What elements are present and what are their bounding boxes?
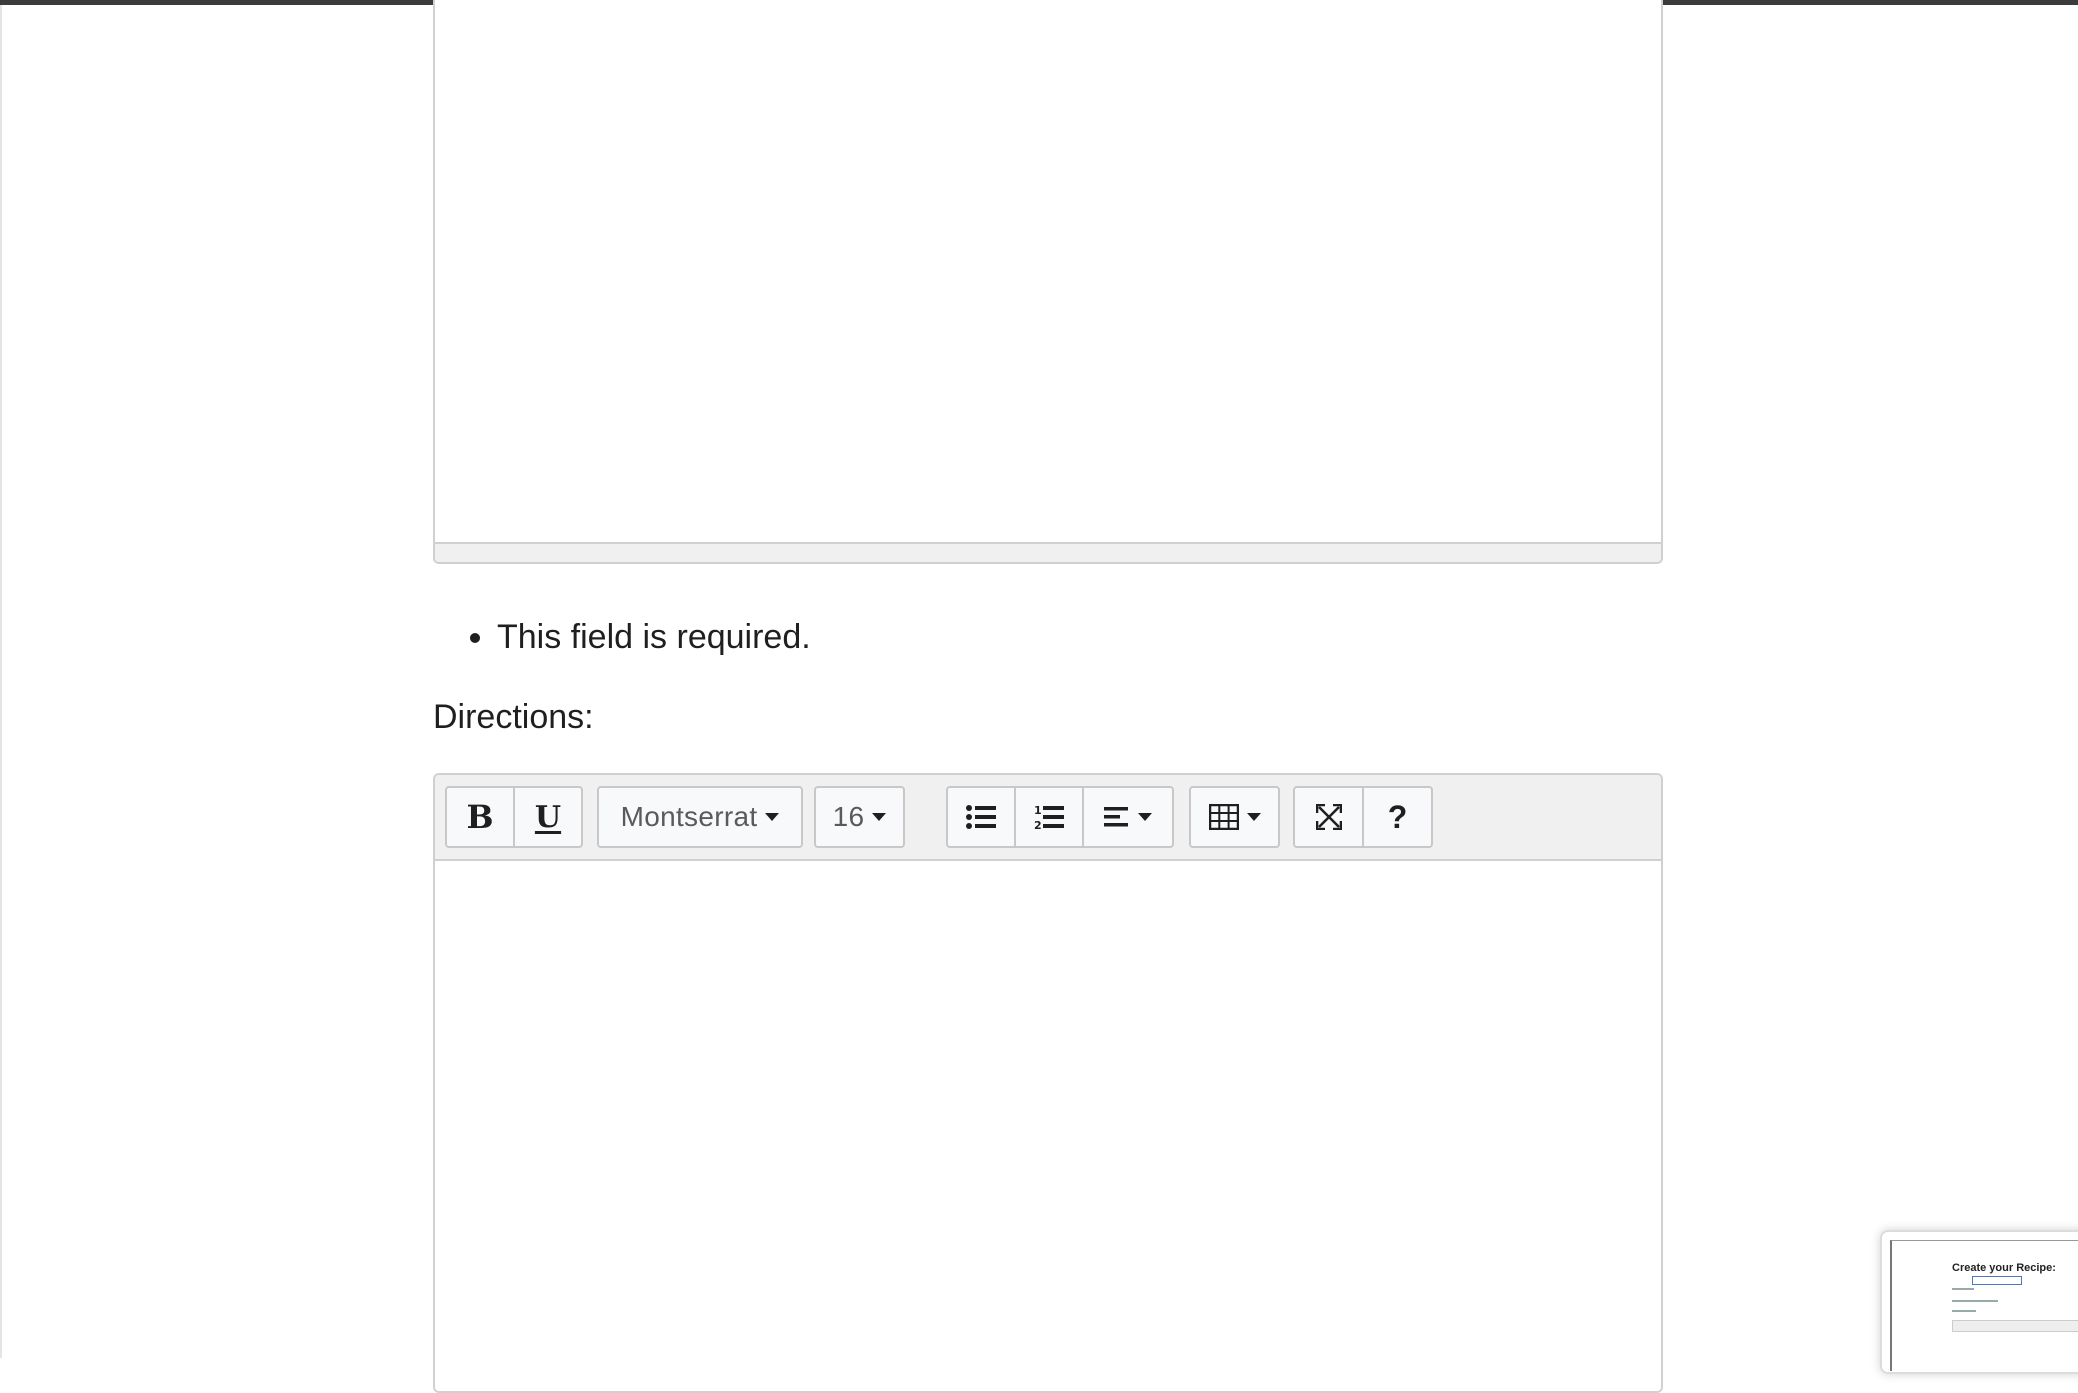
help-button[interactable]: ? (1362, 786, 1433, 848)
table-dropdown[interactable] (1189, 786, 1280, 848)
thumbnail-title-input (1972, 1276, 2022, 1285)
table-group (1189, 786, 1280, 848)
window-left-edge (0, 5, 2, 1358)
unordered-list-button[interactable] (946, 786, 1016, 848)
font-size-value: 16 (832, 801, 865, 832)
window-preview-thumbnail[interactable]: Create your Recipe: (1880, 1230, 2078, 1374)
font-family-group: Montserrat (597, 786, 803, 848)
unordered-list-icon (966, 805, 996, 829)
ingredients-editor-resize-bar[interactable] (435, 542, 1661, 562)
thumbnail-title: Create your Recipe: (1952, 1262, 2056, 1274)
underline-button[interactable]: U (513, 786, 583, 848)
ordered-list-icon: 1 2 (1034, 804, 1064, 831)
chevron-down-icon (1246, 813, 1261, 821)
thumbnail-frame (1890, 1240, 2078, 1371)
font-style-group: B U (445, 786, 583, 848)
svg-text:2: 2 (1034, 819, 1042, 831)
chevron-down-icon (872, 813, 887, 821)
align-dropdown[interactable] (1082, 786, 1174, 848)
thumbnail-text-line (1952, 1310, 1976, 1312)
align-left-icon (1104, 807, 1128, 827)
thumbnail-text-line (1952, 1300, 1998, 1302)
svg-text:1: 1 (1034, 804, 1042, 817)
paragraph-group: 1 2 (946, 786, 1174, 848)
bold-button[interactable]: B (445, 786, 515, 848)
thumbnail-text-line (1952, 1288, 1974, 1290)
directions-label: Directions: (433, 698, 594, 736)
bold-icon: B (466, 798, 494, 836)
table-icon (1208, 804, 1239, 830)
font-size-dropdown[interactable]: 16 (814, 786, 905, 848)
directions-editor: B U Montserrat 16 1 2 ? (433, 773, 1663, 1393)
font-family-value: Montserrat (620, 801, 758, 832)
thumbnail-toolbar (1952, 1320, 2078, 1332)
view-group: ? (1293, 786, 1433, 848)
directions-editor-content[interactable] (435, 861, 1661, 1391)
validation-error: This field is required. (497, 612, 811, 662)
directions-editor-toolbar: B U Montserrat 16 1 2 ? (435, 775, 1661, 861)
font-size-group: 16 (814, 786, 905, 848)
chevron-down-icon (765, 813, 780, 821)
validation-error-list: This field is required. (433, 612, 811, 662)
chevron-down-icon (1138, 813, 1152, 821)
fullscreen-button[interactable] (1293, 786, 1364, 848)
ordered-list-button[interactable]: 1 2 (1014, 786, 1084, 848)
ingredients-editor (433, 0, 1663, 564)
underline-icon: U (534, 799, 562, 835)
ingredients-editor-content[interactable] (435, 0, 1661, 544)
help-icon: ? (1387, 798, 1408, 835)
font-family-dropdown[interactable]: Montserrat (597, 786, 803, 848)
fullscreen-icon (1315, 804, 1342, 830)
